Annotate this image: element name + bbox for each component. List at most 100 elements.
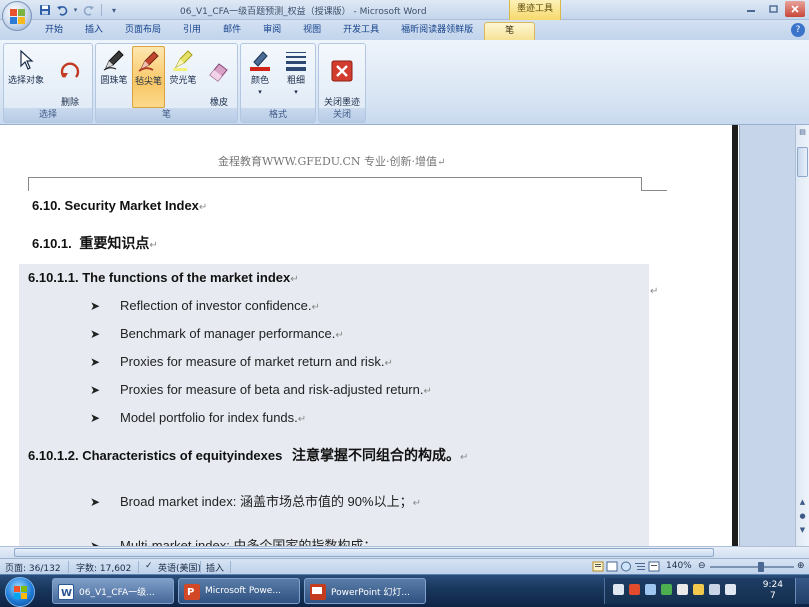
view-outline-icon[interactable]	[634, 561, 646, 575]
page-header: 金程教育WWW.GFEDU.CN 专业·创新·增值↵	[218, 153, 445, 169]
thickness-dropdown-icon[interactable]: ▾	[294, 88, 298, 96]
customize-qat-icon[interactable]: ▾	[107, 3, 121, 17]
status-separator	[230, 561, 231, 573]
horizontal-scrollbar[interactable]	[0, 546, 809, 558]
felt-tip-pen-icon	[135, 47, 163, 75]
office-logo-icon	[10, 9, 25, 24]
undo-icon[interactable]	[55, 3, 69, 17]
save-icon[interactable]	[38, 3, 52, 17]
taskbar-item-slideshow[interactable]: PowerPoint 幻灯...	[304, 578, 426, 604]
zoom-slider[interactable]	[710, 562, 794, 572]
insert-mode[interactable]: 插入	[206, 561, 224, 574]
tab-review[interactable]: 审阅	[252, 22, 292, 40]
tab-page-layout[interactable]: 页面布局	[114, 22, 172, 40]
minimize-icon[interactable]	[741, 1, 761, 17]
vertical-scroll-thumb[interactable]	[797, 147, 808, 177]
svg-text:P: P	[187, 587, 194, 598]
highlighter-label: 荧光笔	[169, 76, 197, 86]
word-doc-icon: W	[58, 584, 74, 600]
chevron-down-icon[interactable]: ▾	[72, 3, 79, 17]
power-icon[interactable]	[709, 584, 720, 595]
view-draft-icon[interactable]	[648, 561, 660, 575]
group-pens: 圆珠笔 毡尖笔 荧光笔 橡皮 擦 笔	[95, 43, 238, 123]
vertical-scrollbar[interactable]: ▤ ▲ ● ▼	[795, 125, 809, 546]
tab-mailings[interactable]: 邮件	[212, 22, 252, 40]
heading-6-10-1-2-note: 注意掌握不同组合的构成。	[291, 448, 460, 464]
select-objects-button[interactable]: 选择对象	[5, 46, 47, 108]
status-separator	[200, 561, 201, 573]
clock[interactable]: 9:24 7	[763, 580, 783, 602]
security-icon[interactable]	[661, 584, 672, 595]
color-label: 颜色	[250, 76, 269, 86]
volume-icon[interactable]	[725, 584, 736, 595]
start-button[interactable]	[5, 577, 35, 607]
tab-foxit-reader[interactable]: 福昕阅读器领鲜版	[390, 22, 484, 40]
restore-icon[interactable]	[763, 1, 783, 17]
windows-logo-icon	[14, 586, 27, 599]
view-print-layout-icon[interactable]	[592, 561, 604, 575]
arrow-bullet-icon: ➤	[90, 539, 101, 546]
select-browse-object-icon[interactable]: ●	[797, 511, 808, 522]
network-icon[interactable]	[645, 584, 656, 595]
taskbar-item-powerpoint[interactable]: P Microsoft Powe...	[178, 578, 300, 604]
flag-icon[interactable]	[693, 584, 704, 595]
list-item-text: Model portfolio for index funds.	[120, 410, 298, 425]
word-window: ▾ ▾ 06_V1_CFA一级百题预测_权益（授课版） - Microsoft …	[0, 0, 809, 607]
close-icon[interactable]	[785, 1, 805, 17]
paragraph-mark: ↵	[459, 452, 469, 463]
tab-view[interactable]: 视图	[292, 22, 332, 40]
office-button[interactable]	[2, 1, 32, 31]
highlighter-button[interactable]: 荧光笔	[166, 46, 200, 108]
proofing-icon[interactable]: ✓	[145, 561, 153, 571]
scroll-down-icon[interactable]: ▼	[797, 525, 808, 536]
paragraph-mark: ↵	[423, 386, 432, 397]
show-desktop-button[interactable]	[795, 578, 809, 604]
scroll-up-icon[interactable]: ▲	[797, 497, 808, 508]
zoom-in-icon[interactable]: ⊕	[797, 561, 805, 571]
thickness-button[interactable]: 粗细 ▾	[279, 46, 313, 108]
tab-references[interactable]: 引用	[172, 22, 212, 40]
paragraph-mark: ↵	[297, 414, 307, 425]
ime-icon[interactable]	[629, 584, 640, 595]
tab-developer[interactable]: 开发工具	[332, 22, 390, 40]
eraser-button[interactable]: 橡皮 擦	[202, 46, 236, 119]
keyboard-icon[interactable]	[613, 584, 624, 595]
tab-pen[interactable]: 笔	[484, 22, 536, 40]
paragraph-mark: ↵	[198, 202, 208, 213]
tab-insert[interactable]: 插入	[74, 22, 114, 40]
group-close-label: 关闭	[319, 108, 365, 122]
list-item-text: Proxies for measure of beta and risk-adj…	[120, 382, 424, 397]
taskbar-item-word-label: 06_V1_CFA一级...	[79, 587, 155, 598]
view-web-layout-icon[interactable]	[620, 561, 632, 575]
ballpoint-pen-button[interactable]: 圆珠笔	[97, 46, 131, 108]
word-count[interactable]: 字数: 17,602	[76, 561, 131, 574]
close-ink-tools-button[interactable]: 关闭墨迹 书写工具	[320, 46, 364, 119]
group-select: 选择对象 删除 所有墨迹 选择	[3, 43, 93, 123]
list-item-text: Broad market index: 涵盖市场总市值的 90%以上；	[120, 494, 413, 509]
list-item: ➤ Multi-market index: 由多个国家的指数构成；	[90, 535, 376, 546]
zoom-slider-knob[interactable]	[758, 562, 764, 572]
view-full-screen-icon[interactable]	[606, 561, 618, 575]
page-count[interactable]: 页面: 36/132	[5, 561, 61, 574]
zoom-out-icon[interactable]: ⊖	[698, 561, 706, 571]
heading-6-10-1-1-text: 6.10.1.1. The functions of the market in…	[28, 270, 291, 285]
felt-tip-pen-button[interactable]: 毡尖笔	[132, 46, 165, 108]
delete-all-ink-button[interactable]: 删除 所有墨迹	[48, 46, 92, 119]
taskbar-item-powerpoint-label: Microsoft Powe...	[205, 586, 281, 596]
taskbar-item-slideshow-label: PowerPoint 幻灯...	[331, 587, 411, 598]
horizontal-scroll-thumb[interactable]	[14, 548, 714, 557]
language-indicator[interactable]: 英语(美国)	[158, 561, 201, 574]
zoom-level[interactable]: 140%	[666, 561, 692, 571]
ink-icon[interactable]	[677, 584, 688, 595]
taskbar-item-word[interactable]: W 06_V1_CFA一级...	[52, 578, 174, 604]
qat-separator	[101, 4, 102, 16]
document-page[interactable]: 金程教育WWW.GFEDU.CN 专业·创新·增值↵ 6.10. Securit…	[0, 125, 740, 546]
ruler-toggle-icon[interactable]: ▤	[797, 127, 808, 138]
status-bar: 页面: 36/132 字数: 17,602 ✓ 英语(美国) 插入 140% ⊖…	[0, 558, 809, 574]
window-title: 06_V1_CFA一级百题预测_权益（授课版） - Microsoft Word	[180, 7, 427, 17]
redo-icon[interactable]	[82, 3, 96, 17]
color-button[interactable]: 颜色 ▾	[243, 46, 277, 108]
help-icon[interactable]: ?	[791, 23, 805, 37]
tab-home[interactable]: 开始	[34, 22, 74, 40]
color-dropdown-icon[interactable]: ▾	[258, 88, 262, 96]
